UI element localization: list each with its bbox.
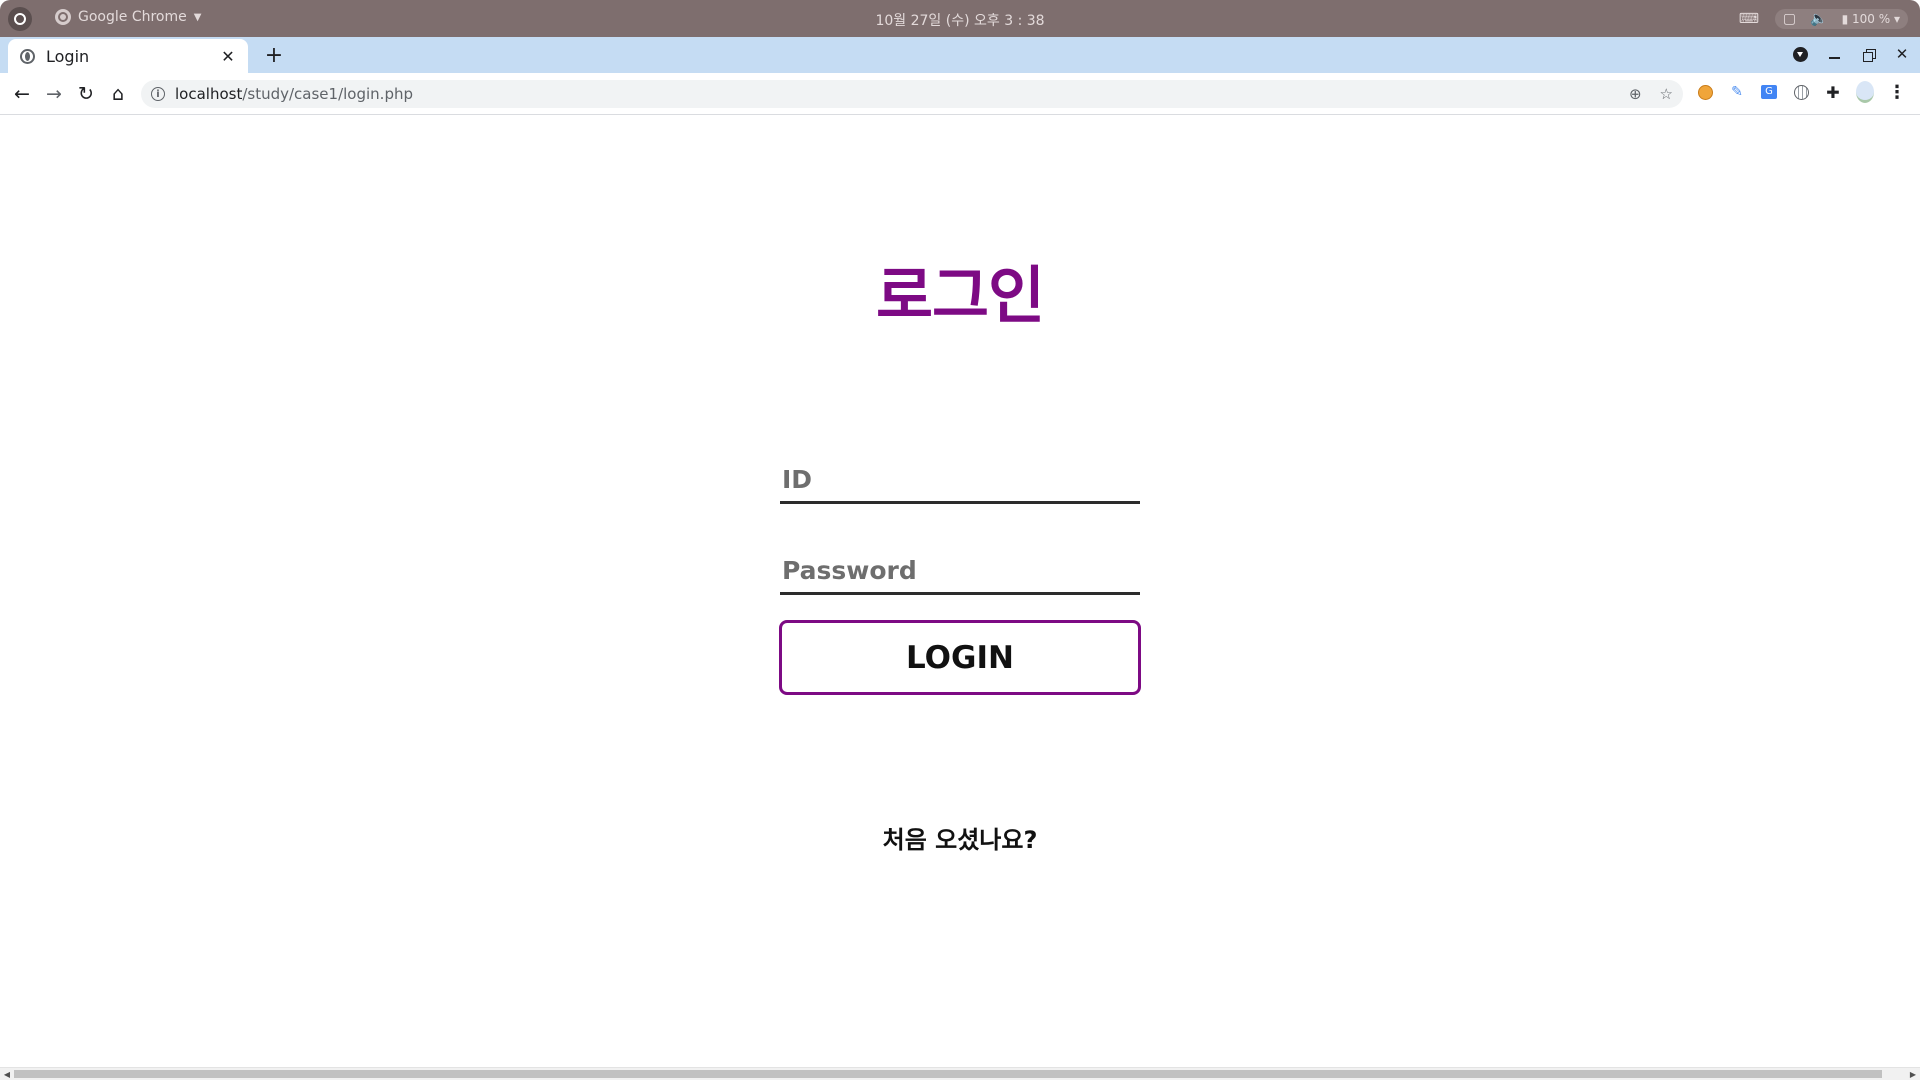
arrow-right-icon: → [46,83,62,105]
battery-percent: 100 % [1852,12,1891,26]
globe-extension-button[interactable] [1792,83,1810,101]
battery-indicator: ▮ 100 % ▾ [1841,12,1900,26]
address-bar[interactable]: i localhost/study/case1/login.php ⊕ ☆ [141,80,1683,108]
app-menu[interactable]: Google Chrome ▼ [55,9,201,25]
window-controls: ✕ [1792,44,1910,64]
star-icon[interactable]: ☆ [1660,85,1673,103]
id-input[interactable] [780,440,1140,504]
pen-icon: ✎ [1731,84,1743,100]
home-button[interactable]: ⌂ [106,82,130,106]
restore-icon [1862,48,1876,62]
translate-extension-button[interactable]: G [1760,83,1778,101]
login-button[interactable]: LOGIN [779,620,1141,695]
browser-toolbar: ← → ↻ ⌂ i localhost/study/case1/login.ph… [0,73,1920,115]
screen-icon: ▢ [1782,11,1797,27]
password-input[interactable] [780,531,1140,595]
cookie-icon [1697,84,1713,100]
battery-icon: ▮ [1841,12,1849,26]
chrome-icon [55,9,71,25]
scroll-right-icon[interactable]: ▶ [1907,1069,1919,1080]
activities-button[interactable] [8,7,32,31]
app-name: Google Chrome [78,9,187,25]
profile-button[interactable] [1856,81,1874,103]
pen-extension-button[interactable]: ✎ [1728,83,1746,101]
clock[interactable]: 10월 27일 (수) 오후 3 : 38 [0,10,1920,30]
new-tab-button[interactable]: + [260,41,288,69]
globe-icon [20,48,35,64]
system-tray[interactable]: ⌨ ▢ 🔈 ▮ 100 % ▾ [1739,9,1908,29]
close-tab-icon[interactable]: ✕ [220,47,236,66]
horizontal-scrollbar[interactable]: ◀ ▶ [0,1067,1920,1080]
url-path: /study/case1/login.php [242,85,413,103]
back-button[interactable]: ← [10,82,34,106]
home-icon: ⌂ [111,83,125,105]
signup-link[interactable]: 처음 오셨나요? [883,826,1038,854]
tab-strip: Login ✕ + ✕ [0,37,1920,73]
reload-button[interactable]: ↻ [74,82,98,106]
globe-ext-icon [1793,84,1809,100]
status-menu[interactable]: ▢ 🔈 ▮ 100 % ▾ [1774,9,1908,29]
close-window-button[interactable]: ✕ [1894,44,1910,64]
tab-search-button[interactable] [1792,44,1808,64]
minimize-button[interactable] [1826,44,1842,64]
os-top-bar: Google Chrome ▼ 10월 27일 (수) 오후 3 : 38 ⌨ … [0,0,1920,37]
scrollbar-thumb[interactable] [14,1070,1882,1078]
tab-login[interactable]: Login ✕ [8,39,248,73]
tab-search-icon [1792,46,1808,62]
page-content: 로그인 LOGIN 처음 오셨나요? [0,115,1920,1067]
url-host: localhost [175,85,243,103]
translate-icon: G [1761,85,1777,99]
signup-link-row: 처음 오셨나요? [0,820,1920,855]
menu-button[interactable]: ⋮ [1888,81,1906,103]
avatar [1856,81,1874,103]
extensions-button[interactable]: ✚ [1824,82,1842,102]
restore-button[interactable] [1860,44,1876,64]
puzzle-icon: ✚ [1826,82,1840,102]
scroll-left-icon[interactable]: ◀ [1,1069,13,1080]
zoom-icon[interactable]: ⊕ [1629,85,1642,103]
keyboard-icon[interactable]: ⌨ [1739,11,1759,27]
page-title: 로그인 [875,259,1045,332]
reload-icon: ↻ [78,83,94,105]
arrow-left-icon: ← [14,83,30,105]
kebab-menu-icon: ⋮ [1888,81,1906,103]
extensions-area: ✎ G ✚ ⋮ [1696,81,1906,103]
volume-icon: 🔈 [1810,11,1828,27]
login-form: LOGIN [779,440,1141,695]
tab-title: Login [46,46,90,66]
caret-down-icon: ▼ [193,11,202,23]
info-icon[interactable]: i [151,87,165,101]
cookie-extension-button[interactable] [1696,83,1714,101]
forward-button[interactable]: → [42,82,66,106]
minimize-icon [1828,57,1840,59]
activities-icon [14,13,26,25]
